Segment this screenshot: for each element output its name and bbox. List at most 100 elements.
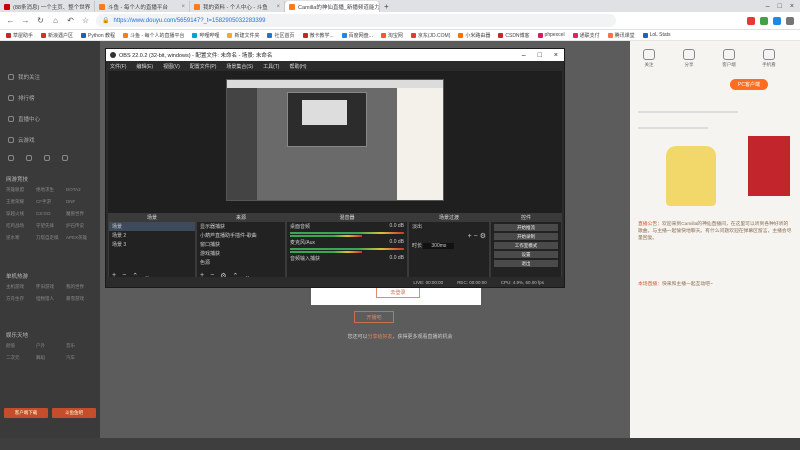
category-link[interactable]: 户外 <box>36 343 66 349</box>
gear-icon[interactable]: ⚙ <box>480 233 486 240</box>
menu-help[interactable]: 帮助(H) <box>289 63 306 70</box>
category-link[interactable]: 逆水寒 <box>6 235 36 241</box>
category-link[interactable]: 我的世界 <box>66 284 96 290</box>
category-link[interactable]: 暴雪游戏 <box>66 296 96 302</box>
client-action[interactable]: 客户端 <box>718 49 740 68</box>
bookmark[interactable]: 通联支付 <box>572 32 600 39</box>
bookmark[interactable]: 微卡教学... <box>302 32 334 39</box>
category-link[interactable]: APEX英雄 <box>66 235 96 241</box>
maximize-icon[interactable]: □ <box>538 52 542 59</box>
source-item[interactable]: 色源 <box>197 258 285 267</box>
source-item[interactable]: 小葫芦直播助手插件-歌曲 <box>197 231 285 240</box>
bookmark[interactable]: 腾讯课堂 <box>607 32 635 39</box>
bookmark[interactable]: 社区首页 <box>267 32 295 39</box>
reload-icon[interactable]: ↻ <box>36 16 45 25</box>
bookmark[interactable]: 新浪遇户区 <box>41 32 73 39</box>
category-link[interactable]: 音乐 <box>66 343 96 349</box>
phone-action[interactable]: 手机看 <box>758 49 780 68</box>
bookmark[interactable]: Python 教程 <box>81 32 115 39</box>
duration-input[interactable]: 300ms <box>423 243 455 249</box>
studio-mode-button[interactable]: 工作室模式 <box>494 242 558 249</box>
scene-item[interactable]: 场景 <box>109 222 195 231</box>
settings-button[interactable]: 设置 <box>494 251 558 258</box>
url-input[interactable]: 🔒 https://www.douyu.com/5659147?_t=15829… <box>96 14 616 27</box>
browser-tab[interactable]: 我的资料 - 个人中心 - 斗鱼 × <box>190 1 285 12</box>
category-link[interactable]: 怪物猎人 <box>36 296 66 302</box>
category-link[interactable]: 刀塔自走棋 <box>36 235 66 241</box>
login-button[interactable]: 去登录 <box>376 287 420 298</box>
category-link[interactable]: 吃鸡战场 <box>6 223 36 229</box>
category-link[interactable]: 炉石传说 <box>66 223 96 229</box>
category-link[interactable]: CS:GO <box>36 211 66 217</box>
category-link[interactable]: 穿越火线 <box>6 211 36 217</box>
scene-item[interactable]: 场景 3 <box>109 240 195 249</box>
sidebar-item-cloud-game[interactable]: 云游戏 <box>8 136 35 144</box>
minimize-icon[interactable]: – <box>522 52 526 59</box>
back-icon[interactable]: ← <box>6 16 15 25</box>
category-link[interactable]: 守望先锋 <box>36 223 66 229</box>
category-icon[interactable] <box>8 155 14 161</box>
start-recording-button[interactable]: 开始录制 <box>494 233 558 240</box>
category-link[interactable]: 绝地求生 <box>36 187 66 193</box>
home-icon[interactable]: ⌂ <box>51 16 60 25</box>
share-action[interactable]: 分享 <box>678 49 700 68</box>
remove-icon[interactable]: − <box>474 233 478 240</box>
category-link[interactable]: 二次元 <box>6 355 36 361</box>
category-link[interactable]: 汽车 <box>66 355 96 361</box>
category-link[interactable]: 魔兽世界 <box>66 211 96 217</box>
transition-select[interactable]: 淡出 <box>409 222 489 231</box>
close-window-icon[interactable]: × <box>790 3 794 10</box>
new-tab-button[interactable]: + <box>380 1 394 12</box>
close-icon[interactable]: × <box>181 4 185 10</box>
bookmark[interactable]: 新建文件夹 <box>227 32 259 39</box>
bookmark[interactable]: phpexcel <box>537 32 565 38</box>
forward-icon[interactable]: → <box>21 16 30 25</box>
category-link[interactable]: 怀旧游戏 <box>36 284 66 290</box>
bookmark[interactable]: 斗鱼 - 每个人的直播平台 <box>123 32 184 39</box>
bookmark[interactable]: CSDN博客 <box>498 32 530 39</box>
browser-tab[interactable]: 斗鱼 - 每个人的直播平台 × <box>95 1 190 12</box>
more-icon[interactable] <box>62 155 68 161</box>
fish-bar-button[interactable]: 斗鱼鱼吧 <box>52 408 96 418</box>
bookmark[interactable]: 淘宝网 <box>380 32 403 39</box>
category-link[interactable]: 英雄联盟 <box>6 187 36 193</box>
menu-profile[interactable]: 配置文件(P) <box>190 63 217 70</box>
bookmark[interactable]: LoL Stats <box>642 32 671 38</box>
bookmark[interactable]: 京东(JD.COM) <box>410 32 450 39</box>
category-link[interactable]: CF手游 <box>36 199 66 205</box>
category-link[interactable]: 主机游戏 <box>6 284 36 290</box>
music-icon[interactable] <box>44 155 50 161</box>
share-link[interactable]: 分享给好友 <box>367 334 392 340</box>
client-download-button[interactable]: 客户端下载 <box>4 408 48 418</box>
exit-button[interactable]: 退出 <box>494 260 558 267</box>
close-icon[interactable]: × <box>554 52 558 59</box>
category-link[interactable]: DOTA2 <box>66 187 96 193</box>
source-item[interactable]: 显示器捕获 <box>197 222 285 231</box>
volume-slider[interactable] <box>290 251 362 253</box>
browser-tab[interactable]: (88条消息) 一个主页、整个世界× <box>0 1 95 12</box>
history-icon[interactable]: ↶ <box>66 16 75 25</box>
bookmark[interactable]: 百度网盘... <box>341 32 373 39</box>
bookmark[interactable]: 草屋助手 <box>6 32 33 39</box>
pc-client-button[interactable]: PC客户端 <box>730 79 768 90</box>
source-item[interactable]: 游戏捕获 <box>197 249 285 258</box>
start-live-button[interactable]: 开播吧 <box>354 311 394 323</box>
source-item[interactable]: 窗口捕获 <box>197 240 285 249</box>
volume-slider[interactable] <box>290 235 362 237</box>
bookmark[interactable]: 小米路由器 <box>458 32 490 39</box>
menu-tools[interactable]: 工具(T) <box>263 63 279 70</box>
menu-edit[interactable]: 编辑(E) <box>136 63 153 70</box>
game-icon[interactable] <box>26 155 32 161</box>
category-link[interactable]: DNF <box>66 199 96 205</box>
browser-tab-active[interactable]: Camilla的神仙直播_新播频道能力...× <box>285 1 380 12</box>
follow-action[interactable]: 关注 <box>638 49 660 68</box>
ad-banner[interactable] <box>748 136 790 196</box>
add-icon[interactable]: + <box>468 233 472 240</box>
maximize-icon[interactable]: □ <box>778 3 782 10</box>
sidebar-item-rank[interactable]: 排行榜 <box>8 94 35 102</box>
minimize-icon[interactable]: – <box>766 3 770 10</box>
category-link[interactable]: 王者荣耀 <box>6 199 36 205</box>
start-streaming-button[interactable]: 开始推流 <box>494 224 558 231</box>
extension-icon[interactable] <box>747 16 755 25</box>
extension-icon[interactable] <box>773 16 781 25</box>
